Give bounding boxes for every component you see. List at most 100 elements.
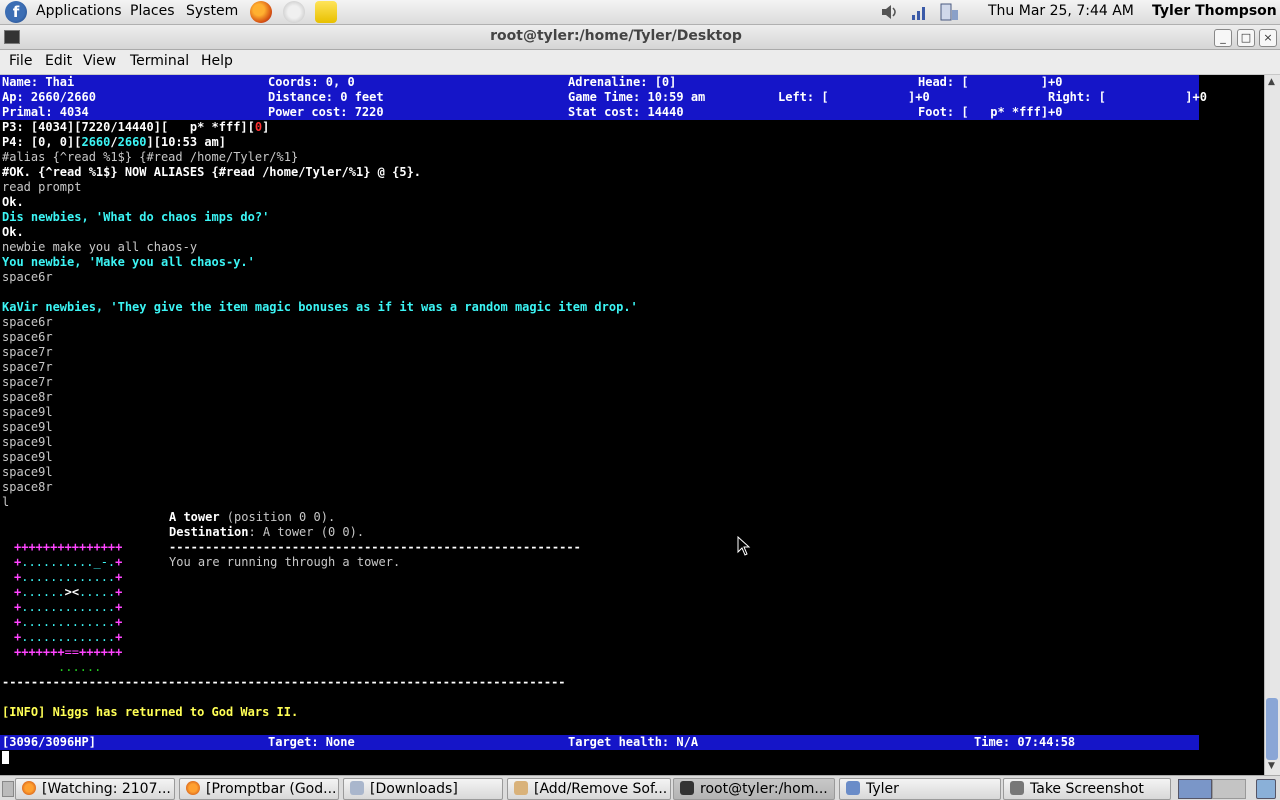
maximize-button[interactable]: □: [1237, 29, 1255, 47]
map-row: +.............+: [14, 570, 123, 584]
menu-file[interactable]: File: [9, 53, 32, 69]
status-foot: Foot: [ p* *fff]+0: [918, 105, 1063, 119]
room-title: A tower (position 0 0).: [169, 510, 336, 524]
fedora-icon[interactable]: f: [5, 1, 27, 23]
move-line: space9l: [2, 465, 53, 479]
output-line: #OK. {^read %1$} NOW ALIASES {#read /hom…: [2, 165, 422, 179]
firefox-icon: [186, 781, 200, 795]
places-menu[interactable]: Places: [130, 3, 175, 19]
status-bar-top: Name: Thai Coords: 0, 0 Adrenaline: [0] …: [0, 75, 1207, 120]
terminal-area[interactable]: Name: Thai Coords: 0, 0 Adrenaline: [0] …: [0, 75, 1264, 775]
user-name[interactable]: Tyler Thompson: [1152, 3, 1277, 19]
trash-icon[interactable]: [1256, 779, 1276, 799]
move-line: space9l: [2, 450, 53, 464]
move-line: space7r: [2, 345, 53, 359]
window-title: root@tyler:/home/Tyler/Desktop: [490, 28, 742, 44]
battery-icon[interactable]: [938, 2, 960, 22]
task-terminal[interactable]: root@tyler:/hom...: [673, 778, 835, 800]
scrollbar-thumb[interactable]: [1266, 698, 1278, 760]
map-row: ......: [58, 660, 102, 674]
info-message: [INFO] Niggs has returned to God Wars II…: [2, 705, 299, 719]
prompt-p3: P3: [4034][7220/14440][ p* *fff][0]: [2, 120, 270, 134]
status-primal: Primal: 4034: [2, 105, 89, 119]
status-hp: [3096/3096HP]: [2, 735, 96, 749]
firefox-icon[interactable]: [250, 1, 272, 23]
room-destination: Destination: A tower (0 0).: [169, 525, 365, 539]
network-icon[interactable]: [910, 3, 930, 21]
move-line: space9l: [2, 420, 53, 434]
workspace-2[interactable]: [1212, 779, 1246, 799]
status-name: Name: Thai: [2, 75, 75, 89]
chat-line: You newbie, 'Make you all chaos-y.': [2, 255, 255, 269]
terminal-scrollbar[interactable]: ▲ ▼: [1264, 75, 1280, 775]
system-menu[interactable]: System: [186, 3, 238, 19]
player-marker: ><: [64, 585, 80, 599]
task-tyler[interactable]: Tyler: [839, 778, 1001, 800]
camera-icon: [1010, 781, 1024, 795]
status-stat: Stat cost: 14440: [568, 105, 684, 119]
map-row: +++++++++++++++: [14, 540, 123, 554]
show-desktop-button[interactable]: [2, 781, 14, 797]
scroll-up-arrow[interactable]: ▲: [1268, 77, 1275, 87]
minimize-button[interactable]: _: [1214, 29, 1232, 47]
task-watching[interactable]: [Watching: 2107...: [15, 778, 175, 800]
output-line: Ok.: [2, 225, 24, 239]
move-line: space9l: [2, 435, 53, 449]
status-time: Time: 07:44:58: [974, 735, 1076, 749]
status-target: Target: None: [268, 735, 355, 749]
map-row: +.............+: [14, 630, 123, 644]
status-ap: Ap: 2660/2660: [2, 90, 96, 104]
menu-view[interactable]: View: [83, 53, 116, 69]
move-line: space7r: [2, 360, 53, 374]
map-row: +.........._-.+: [14, 555, 123, 569]
folder-icon: [350, 781, 364, 795]
move-line: space7r: [2, 375, 53, 389]
chat-line: KaVir newbies, 'They give the item magic…: [2, 300, 638, 314]
task-add-remove[interactable]: [Add/Remove Sof...: [507, 778, 671, 800]
menu-help[interactable]: Help: [201, 53, 233, 69]
task-take-screenshot[interactable]: Take Screenshot: [1003, 778, 1171, 800]
move-line: space8r: [2, 390, 53, 404]
chat-line: Dis newbies, 'What do chaos imps do?': [2, 210, 270, 224]
notes-icon[interactable]: [315, 1, 337, 23]
menu-terminal[interactable]: Terminal: [130, 53, 189, 69]
status-coords: Coords: 0, 0: [268, 75, 355, 89]
folder-icon: [846, 781, 860, 795]
input-cursor[interactable]: [2, 751, 9, 764]
taskbar: [Watching: 2107... [Promptbar (God... [D…: [0, 775, 1280, 800]
move-line: space8r: [2, 480, 53, 494]
map-row: +.............+: [14, 615, 123, 629]
menu-edit[interactable]: Edit: [45, 53, 72, 69]
map-row: +++++++==++++++: [14, 645, 123, 659]
applications-menu[interactable]: Applications: [36, 3, 122, 19]
status-head: Head: [ ]+0: [918, 75, 1063, 89]
window-titlebar[interactable]: root@tyler:/home/Tyler/Desktop _ □ ×: [0, 25, 1280, 50]
status-right: Right: [ ]+0: [1048, 90, 1207, 104]
mouse-pointer-icon: [737, 536, 751, 556]
task-downloads[interactable]: [Downloads]: [343, 778, 503, 800]
package-icon: [514, 781, 528, 795]
mail-icon[interactable]: [283, 1, 305, 23]
move-line: l: [2, 495, 10, 509]
status-bar-bottom: [3096/3096HP] Target: None Target health…: [0, 735, 1199, 750]
workspace-1[interactable]: [1178, 779, 1212, 799]
output-line: read prompt: [2, 180, 82, 194]
task-promptbar[interactable]: [Promptbar (God...: [179, 778, 339, 800]
move-line: space6r: [2, 315, 53, 329]
status-adrenaline: Adrenaline: [0]: [568, 75, 677, 89]
top-panel: f Applications Places System Thu Mar 25,…: [0, 0, 1280, 25]
output-line: Ok.: [2, 195, 24, 209]
terminal-icon: [680, 781, 694, 795]
map-row: +......><.....+: [14, 585, 123, 599]
status-distance: Distance: 0 feet: [268, 90, 384, 104]
status-power: Power cost: 7220: [268, 105, 384, 119]
close-button[interactable]: ×: [1259, 29, 1277, 47]
output-line: newbie make you all chaos-y: [2, 240, 198, 254]
scroll-down-arrow[interactable]: ▼: [1268, 761, 1275, 771]
move-line: space9l: [2, 405, 53, 419]
clock[interactable]: Thu Mar 25, 7:44 AM: [988, 3, 1134, 19]
map-row: +.............+: [14, 600, 123, 614]
output-line: #alias {^read %1$} {#read /home/Tyler/%1…: [2, 150, 299, 164]
prompt-p4: P4: [0, 0][2660/2660][10:53 am]: [2, 135, 227, 149]
volume-icon[interactable]: [880, 3, 900, 21]
